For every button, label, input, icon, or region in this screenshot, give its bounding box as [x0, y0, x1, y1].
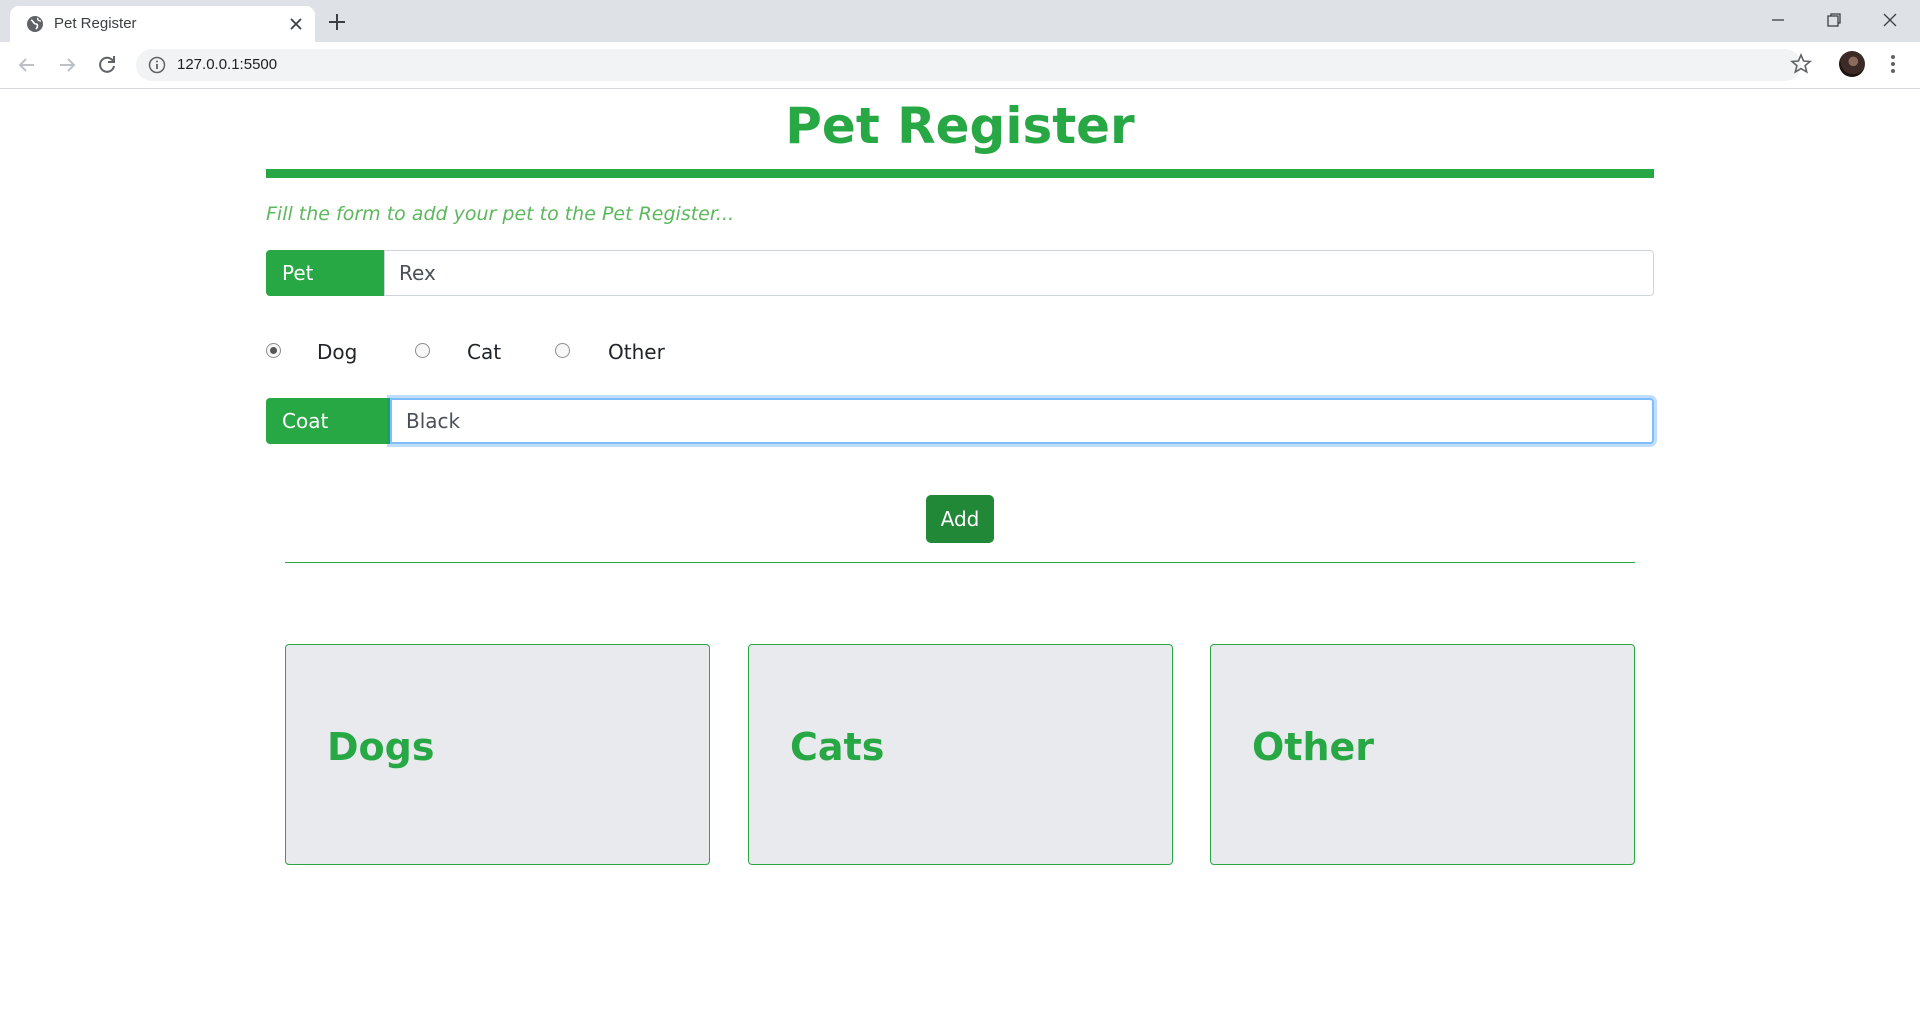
browser-toolbar: 127.0.0.1:5500 [0, 42, 1920, 89]
cats-card-title: Cats [790, 725, 885, 769]
coat-color-label: Coat Color [266, 398, 390, 479]
arrow-left-icon[interactable] [14, 52, 40, 78]
radio-cat-label[interactable]: Cat [467, 340, 501, 364]
restore-icon[interactable] [1812, 4, 1856, 36]
form-instructions: Fill the form to add your pet to the Pet… [266, 203, 735, 225]
url-text: 127.0.0.1:5500 [177, 56, 278, 73]
other-card: Other [1210, 644, 1635, 865]
info-icon[interactable] [148, 56, 166, 74]
close-icon[interactable] [287, 15, 305, 33]
pet-name-label: Pet Name [266, 250, 384, 331]
pet-name-group: Pet Name [266, 250, 1654, 331]
radio-cat-button[interactable] [415, 343, 430, 358]
radio-dog-label[interactable]: Dog [317, 340, 357, 364]
coat-color-group: Coat Color [266, 398, 1654, 479]
radio-other-label[interactable]: Other [608, 340, 665, 364]
arrow-right-icon[interactable] [54, 52, 80, 78]
kebab-menu-icon[interactable] [1883, 51, 1903, 77]
reload-icon[interactable] [94, 52, 120, 78]
minimize-icon[interactable] [1756, 4, 1800, 36]
other-card-title: Other [1252, 725, 1375, 769]
add-button[interactable]: Add [926, 495, 994, 543]
title-divider [266, 169, 1654, 178]
radio-dog-button[interactable] [266, 343, 281, 358]
page-title: Pet Register [785, 97, 1135, 155]
page-content: Pet Register Fill the form to add your p… [0, 89, 1920, 1027]
cats-card: Cats [748, 644, 1173, 865]
dogs-card: Dogs [285, 644, 710, 865]
coat-color-input[interactable] [390, 398, 1654, 444]
section-divider [285, 562, 1635, 563]
radio-other-button[interactable] [555, 343, 570, 358]
address-bar[interactable]: 127.0.0.1:5500 [136, 49, 1801, 81]
tab-title: Pet Register [54, 15, 137, 32]
dogs-card-title: Dogs [327, 725, 435, 769]
tab-strip: Pet Register [0, 0, 1920, 42]
profile-avatar[interactable] [1839, 51, 1865, 77]
globe-icon [26, 15, 44, 33]
browser-tab[interactable]: Pet Register [10, 6, 315, 42]
plus-icon[interactable] [325, 10, 349, 34]
window-close-icon[interactable] [1868, 4, 1912, 36]
pet-name-input[interactable] [384, 250, 1654, 296]
star-icon[interactable] [1790, 52, 1812, 75]
